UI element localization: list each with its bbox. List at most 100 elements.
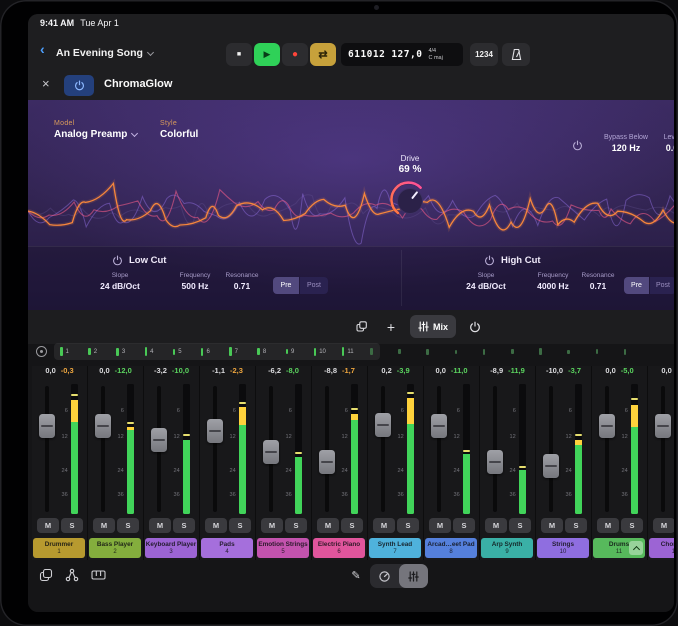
fader-track[interactable] [375, 384, 391, 514]
track-label[interactable]: Chorus V 12 [649, 538, 674, 558]
overview-track[interactable] [505, 344, 533, 359]
mute-button[interactable]: M [205, 518, 227, 533]
fader-track[interactable] [95, 384, 111, 514]
fader-track[interactable] [599, 384, 615, 514]
track-label[interactable]: Arcad…eet Pad 8 [425, 538, 477, 558]
fader-handle[interactable] [655, 414, 671, 438]
drive-knob-control[interactable]: Drive 69 % [380, 154, 440, 221]
overview-track[interactable] [364, 344, 392, 359]
fader-track[interactable] [207, 384, 223, 514]
mute-button[interactable]: M [541, 518, 563, 533]
back-chevron-icon[interactable]: ‹ [40, 42, 45, 56]
solo-button[interactable]: S [453, 518, 475, 533]
plugin-power-button[interactable] [64, 75, 94, 96]
solo-button[interactable]: S [397, 518, 419, 533]
edit-button[interactable]: ✎ [346, 565, 366, 585]
style-selector[interactable]: Style Colorful [160, 120, 198, 140]
overview-track[interactable] [618, 344, 646, 359]
low-cut-power-icon[interactable] [112, 255, 123, 266]
solo-button[interactable]: S [621, 518, 643, 533]
low-cut-slope-value[interactable]: 24 dB/Oct [88, 281, 152, 291]
mute-button[interactable]: M [93, 518, 115, 533]
high-cut-slope-value[interactable]: 24 dB/Oct [454, 281, 518, 291]
track-label[interactable]: Strings 10 [537, 538, 589, 558]
model-selector[interactable]: Model Analog Preamp [54, 120, 137, 140]
count-in-button[interactable]: 1234 [470, 43, 498, 66]
routing-button[interactable] [62, 565, 82, 585]
track-label[interactable]: Drummer 1 [33, 538, 85, 558]
drive-knob[interactable] [390, 181, 430, 221]
high-cut-power-icon[interactable] [484, 255, 495, 266]
library-button[interactable] [36, 565, 56, 585]
mute-button[interactable]: M [149, 518, 171, 533]
cycle-button[interactable]: ⇄ [310, 43, 336, 66]
master-track-icon[interactable] [36, 346, 47, 357]
overview-track[interactable] [561, 344, 589, 359]
low-cut-resonance-value[interactable]: 0.71 [210, 281, 274, 291]
fader-handle[interactable] [207, 419, 223, 443]
fader-track[interactable] [319, 384, 335, 514]
high-cut-pre-button[interactable]: Pre [624, 277, 649, 294]
fader-handle[interactable] [543, 454, 559, 478]
bypass-power-icon[interactable] [572, 140, 583, 151]
mute-button[interactable]: M [653, 518, 674, 533]
track-label[interactable]: Pads 4 [201, 538, 253, 558]
fader-handle[interactable] [375, 413, 391, 437]
overview-track-10[interactable]: 10 [308, 344, 336, 359]
fader-handle[interactable] [431, 414, 447, 438]
track-label[interactable]: Synth Lead 7 [369, 538, 421, 558]
fader-track[interactable] [39, 384, 55, 514]
overview-track-6[interactable]: 6 [195, 344, 223, 359]
track-label[interactable]: Electric Piano 6 [313, 538, 365, 558]
add-track-button[interactable]: + [378, 315, 404, 338]
mute-button[interactable]: M [37, 518, 59, 533]
fader-track[interactable] [151, 384, 167, 514]
overview-track[interactable] [590, 344, 618, 359]
solo-button[interactable]: S [565, 518, 587, 533]
overview-track[interactable] [477, 344, 505, 359]
fader-handle[interactable] [599, 414, 615, 438]
controls-view-button[interactable] [370, 564, 399, 588]
mute-button[interactable]: M [317, 518, 339, 533]
track-label[interactable]: Bass Player 2 [89, 538, 141, 558]
fader-handle[interactable] [151, 428, 167, 452]
overview-track-8[interactable]: 8 [251, 344, 279, 359]
high-cut-post-button[interactable]: Post [650, 277, 674, 294]
low-cut-post-button[interactable]: Post [300, 277, 328, 294]
fader-track[interactable] [431, 384, 447, 514]
solo-button[interactable]: S [229, 518, 251, 533]
overview-track-1[interactable]: 1 [54, 344, 82, 359]
level-control[interactable]: Level 0.0 [646, 134, 674, 153]
overview-track-11[interactable]: 11 [336, 344, 364, 359]
mixer-power-button[interactable] [462, 315, 488, 338]
fader-handle[interactable] [39, 414, 55, 438]
overview-track-7[interactable]: 7 [223, 344, 251, 359]
solo-button[interactable]: S [509, 518, 531, 533]
overview-track[interactable] [533, 344, 561, 359]
fader-handle[interactable] [487, 450, 503, 474]
mute-button[interactable]: M [429, 518, 451, 533]
overview-track-5[interactable]: 5 [167, 344, 195, 359]
overview-track[interactable] [420, 344, 448, 359]
song-title-menu[interactable]: An Evening Song [56, 47, 153, 59]
track-label[interactable]: Keyboard Player 3 [145, 538, 197, 558]
track-label[interactable]: Drums 11 [593, 538, 645, 558]
high-cut-resonance-value[interactable]: 0.71 [566, 281, 630, 291]
track-label[interactable]: Emotion Strings 5 [257, 538, 309, 558]
mute-button[interactable]: M [485, 518, 507, 533]
fader-handle[interactable] [263, 440, 279, 464]
fader-track[interactable] [655, 384, 671, 514]
close-plugin-button[interactable]: × [42, 76, 50, 92]
record-button[interactable]: ● [282, 43, 308, 66]
mute-button[interactable]: M [373, 518, 395, 533]
mute-button[interactable]: M [597, 518, 619, 533]
fader-track[interactable] [543, 384, 559, 514]
solo-button[interactable]: S [341, 518, 363, 533]
fader-handle[interactable] [95, 414, 111, 438]
low-cut-pre-button[interactable]: Pre [273, 277, 299, 294]
fader-track[interactable] [263, 384, 279, 514]
expand-track-button[interactable] [629, 541, 643, 555]
overview-track-4[interactable]: 4 [139, 344, 167, 359]
duplicate-button[interactable] [348, 315, 374, 338]
lcd-display[interactable]: 611012 127,0 4/4C maj [341, 43, 463, 66]
